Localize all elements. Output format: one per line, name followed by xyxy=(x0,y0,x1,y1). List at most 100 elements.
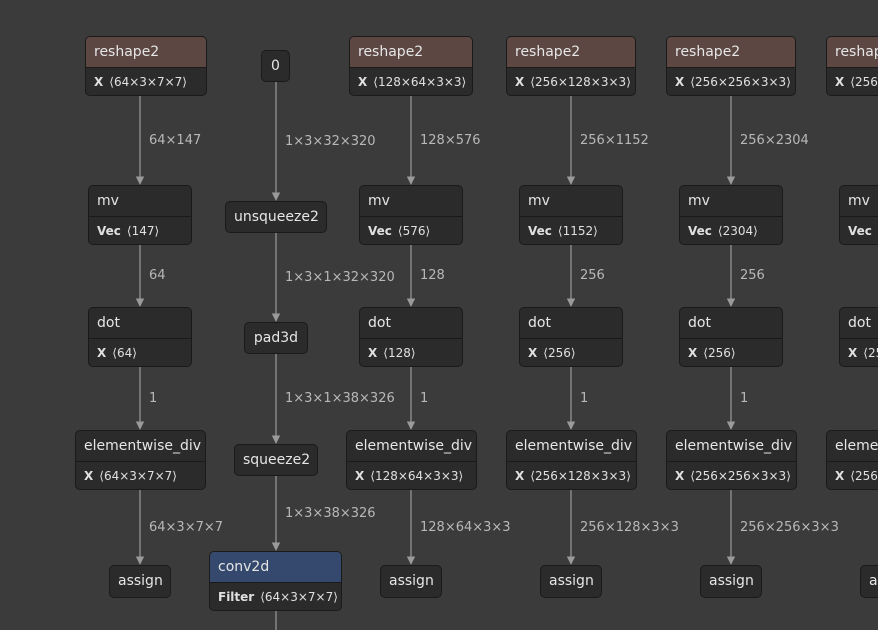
node-attribute: Vec ⟨147⟩ xyxy=(89,216,191,244)
attribute-shape: ⟨2304⟩ xyxy=(717,224,758,238)
elementwise-div-node[interactable]: elementwise_div X ⟨128×64×3×3⟩ xyxy=(346,430,477,490)
reshape2-node[interactable]: reshape2 X ⟨256×256×3×3⟩ xyxy=(826,36,878,96)
elementwise-div-node[interactable]: elementwise_div X ⟨256×256×3×3⟩ xyxy=(826,430,878,490)
attribute-name: X xyxy=(94,75,104,89)
assign-node[interactable]: assign xyxy=(700,565,762,598)
node-op-label: reshape2 xyxy=(350,37,472,67)
node-attribute: X ⟨128×64×3×3⟩ xyxy=(347,461,476,489)
attribute-name: Vec xyxy=(688,224,712,238)
edge-shape-label: 1×3×1×38×326 xyxy=(285,391,395,406)
attribute-name: X xyxy=(675,469,685,483)
node-op-label: reshape2 xyxy=(86,37,206,67)
node-op-label: reshape2 xyxy=(667,37,795,67)
assign-node[interactable]: assign xyxy=(109,565,171,598)
node-op-label: mv xyxy=(368,193,390,209)
attribute-shape: ⟨256⟩ xyxy=(703,346,736,360)
node-attribute: Vec ⟨576⟩ xyxy=(360,216,462,244)
reshape2-node[interactable]: reshape2 X ⟨256×256×3×3⟩ xyxy=(666,36,796,96)
mv-node[interactable]: mv Vec ⟨576⟩ xyxy=(359,185,463,245)
node-op-label: mv xyxy=(848,193,870,209)
assign-node[interactable]: assign xyxy=(380,565,442,598)
node-op-label: elementwise_div xyxy=(84,438,202,454)
node-op-label: assign xyxy=(709,573,754,589)
reshape2-node[interactable]: reshape2 X ⟨256×128×3×3⟩ xyxy=(506,36,636,96)
dot-node[interactable]: dot X ⟨256⟩ xyxy=(839,307,878,367)
attribute-name: X xyxy=(528,346,538,360)
attribute-shape: ⟨256⟩ xyxy=(863,346,878,360)
attribute-name: X xyxy=(84,469,94,483)
attribute-shape: ⟨576⟩ xyxy=(397,224,431,238)
elementwise-div-node[interactable]: elementwise_div X ⟨256×128×3×3⟩ xyxy=(506,430,637,490)
reshape2-node[interactable]: reshape2 X ⟨128×64×3×3⟩ xyxy=(349,36,473,96)
graph-canvas[interactable]: reshape2 X ⟨64×3×7×7⟩ mv Vec ⟨147⟩ dot X ⟨64⟩ ele… xyxy=(0,0,878,630)
attribute-shape: ⟨256×256×3×3⟩ xyxy=(850,75,878,89)
node-op-label: reshape2 xyxy=(507,37,635,67)
dot-node[interactable]: dot X ⟨256⟩ xyxy=(519,307,623,367)
node-op-label: elementwise_div xyxy=(675,438,793,454)
attribute-name: Vec xyxy=(97,224,121,238)
node-attribute: X ⟨256×128×3×3⟩ xyxy=(507,67,635,95)
node-op-label: mv xyxy=(528,193,550,209)
edge-shape-label: 1 xyxy=(149,390,158,406)
pad3d-node[interactable]: pad3d xyxy=(244,322,308,354)
conv2d-node[interactable]: conv2d Filter ⟨64×3×7×7⟩ xyxy=(209,551,342,611)
edge-shape-label: 256 xyxy=(740,268,765,283)
edge-shape-label: 1 xyxy=(580,390,589,406)
mv-node[interactable]: mv Vec ⟨1152⟩ xyxy=(519,185,623,245)
edge-shape-label: 256×256×3×3 xyxy=(740,519,839,535)
attribute-name: Filter xyxy=(218,590,255,604)
constant-node[interactable]: 0 xyxy=(261,50,290,82)
node-op-label: mv xyxy=(97,193,119,209)
attribute-name: Vec xyxy=(528,224,552,238)
attribute-shape: ⟨256×256×3×3⟩ xyxy=(850,469,878,483)
dot-node[interactable]: dot X ⟨128⟩ xyxy=(359,307,463,367)
edge-shape-label: 1 xyxy=(420,390,429,406)
edge-shape-label: 1 xyxy=(740,390,749,406)
attribute-shape: ⟨64×3×7×7⟩ xyxy=(99,469,177,483)
attribute-name: X xyxy=(835,75,845,89)
attribute-name: X xyxy=(515,469,525,483)
mv-node[interactable]: mv Vec ⟨147⟩ xyxy=(88,185,192,245)
node-attribute: Vec ⟨1152⟩ xyxy=(520,216,622,244)
node-op-label: dot xyxy=(528,315,551,331)
attribute-shape: ⟨256⟩ xyxy=(543,346,576,360)
dot-node[interactable]: dot X ⟨64⟩ xyxy=(88,307,192,367)
assign-node[interactable]: assign xyxy=(860,565,878,598)
elementwise-div-node[interactable]: elementwise_div X ⟨256×256×3×3⟩ xyxy=(666,430,797,490)
reshape2-node[interactable]: reshape2 X ⟨64×3×7×7⟩ xyxy=(85,36,207,96)
attribute-name: X xyxy=(675,75,685,89)
attribute-shape: ⟨128×64×3×3⟩ xyxy=(370,469,464,483)
edge-shape-label: 1×3×1×32×320 xyxy=(285,269,395,285)
node-attribute: X ⟨128×64×3×3⟩ xyxy=(350,67,472,95)
node-op-label: unsqueeze2 xyxy=(234,209,319,225)
edge-shape-label: 128 xyxy=(420,268,445,283)
node-attribute: X ⟨64×3×7×7⟩ xyxy=(86,67,206,95)
edge-shape-label: 64×3×7×7 xyxy=(149,519,224,535)
edge-shape-label: 256×2304 xyxy=(740,132,809,148)
edge-shape-label: 128×576 xyxy=(420,132,481,148)
node-op-label: assign xyxy=(389,573,434,589)
node-op-label: 0 xyxy=(271,58,280,74)
attribute-shape: ⟨64⟩ xyxy=(112,346,137,360)
node-attribute: Filter ⟨64×3×7×7⟩ xyxy=(210,582,341,610)
mv-node[interactable]: mvVec⟨2304⟩ xyxy=(839,185,878,245)
elementwise-div-node[interactable]: elementwise_div X ⟨64×3×7×7⟩ xyxy=(75,430,206,490)
attribute-shape: ⟨64×3×7×7⟩ xyxy=(260,590,338,604)
squeeze2-node[interactable]: squeeze2 xyxy=(234,444,318,476)
unsqueeze2-node[interactable]: unsqueeze2 xyxy=(225,201,327,233)
assign-node[interactable]: assign xyxy=(540,565,602,598)
node-op-label: conv2d xyxy=(210,552,341,582)
node-op-label: assign xyxy=(549,573,594,589)
attribute-name: Vec xyxy=(368,224,392,238)
attribute-name: X xyxy=(358,75,368,89)
node-op-label: elementwise_div xyxy=(355,438,473,454)
node-attribute: X ⟨256⟩ xyxy=(520,338,622,366)
node-attribute: X ⟨256×128×3×3⟩ xyxy=(507,461,636,489)
mv-node[interactable]: mvVec⟨2304⟩ xyxy=(679,185,783,245)
dot-node[interactable]: dot X ⟨256⟩ xyxy=(679,307,783,367)
node-attribute: X ⟨128⟩ xyxy=(360,338,462,366)
attribute-shape: ⟨128⟩ xyxy=(383,346,416,360)
node-attribute: X ⟨256×256×3×3⟩ xyxy=(667,67,795,95)
edge-shape-label: 256 xyxy=(580,268,605,283)
attribute-shape: ⟨128×64×3×3⟩ xyxy=(373,75,467,89)
